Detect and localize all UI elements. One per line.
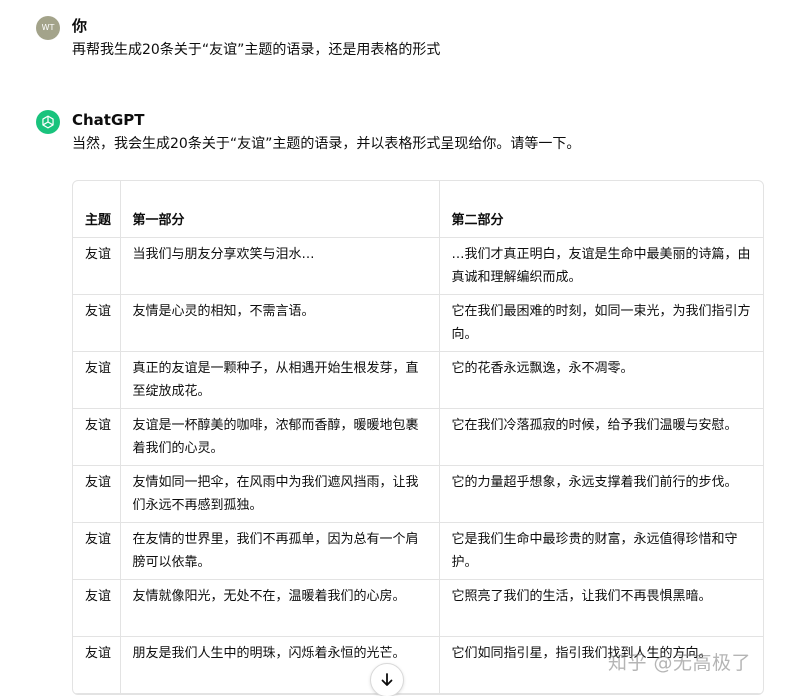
table-row: 友谊 友情如同一把伞，在风雨中为我们遮风挡雨，让我们永远不再感到孤独。 它的力量… (73, 465, 763, 523)
table-row: 友谊 在友情的世界里，我们不再孤单，因为总有一个肩膀可以依靠。 它是我们生命中最… (73, 522, 763, 580)
cell-part-two: …我们才真正明白，友谊是生命中最美丽的诗篇，由真诚和理解编织而成。 (439, 237, 763, 295)
table-row: 友谊 当我们与朋友分享欢笑与泪水… …我们才真正明白，友谊是生命中最美丽的诗篇，… (73, 237, 763, 295)
column-header-part-one: 第一部分 (120, 181, 440, 238)
quotes-table: 主题 第一部分 第二部分 友谊 当我们与朋友分享欢笑与泪水… …我们才真正明白，… (73, 181, 763, 694)
table-row: 友谊 真正的友谊是一颗种子，从相遇开始生根发芽，直至绽放成花。 它的花香永远飘逸… (73, 351, 763, 409)
cell-part-one: 在友情的世界里，我们不再孤单，因为总有一个肩膀可以依靠。 (120, 522, 440, 580)
assistant-message-text: 当然，我会生成20条关于“友谊”主题的语录，并以表格形式呈现给你。请等一下。 (72, 136, 581, 152)
chat-page: WT 你 再帮我生成20条关于“友谊”主题的语录，还是用表格的形式 ChatGP… (0, 0, 796, 696)
cell-part-one: 友情是心灵的相知，不需言语。 (120, 294, 440, 352)
cell-part-two: 它在我们冷落孤寂的时候，给予我们温暖与安慰。 (439, 408, 763, 466)
cell-part-two: 它的花香永远飘逸，永不凋零。 (439, 351, 763, 409)
cell-part-one: 友情如同一把伞，在风雨中为我们遮风挡雨，让我们永远不再感到孤独。 (120, 465, 440, 523)
cell-part-one: 友谊是一杯醇美的咖啡，浓郁而香醇，暖暖地包裹着我们的心灵。 (120, 408, 440, 466)
table-row: 友谊 友谊是一杯醇美的咖啡，浓郁而香醇，暖暖地包裹着我们的心灵。 它在我们冷落孤… (73, 408, 763, 466)
cell-part-two: 它在我们最困难的时刻，如同一束光，为我们指引方向。 (439, 294, 763, 352)
cell-topic: 友谊 (73, 465, 121, 523)
cell-part-one: 友情就像阳光，无处不在，温暖着我们的心房。 (120, 579, 440, 637)
user-message-text: 再帮我生成20条关于“友谊”主题的语录，还是用表格的形式 (72, 42, 441, 58)
cell-part-two: 它照亮了我们的生活，让我们不再畏惧黑暗。 (439, 579, 763, 637)
cell-topic: 友谊 (73, 579, 121, 637)
user-avatar: WT (36, 16, 60, 40)
quotes-table-container: 主题 第一部分 第二部分 友谊 当我们与朋友分享欢笑与泪水… …我们才真正明白，… (72, 180, 764, 695)
watermark: 知乎 @无高极了 (608, 652, 752, 674)
cell-topic: 友谊 (73, 408, 121, 466)
chatgpt-avatar (36, 110, 60, 134)
cell-topic: 友谊 (73, 294, 121, 352)
cell-topic: 友谊 (73, 522, 121, 580)
scroll-to-bottom-button[interactable] (370, 663, 404, 696)
table-row: 友谊 友情是心灵的相知，不需言语。 它在我们最困难的时刻，如同一束光，为我们指引… (73, 294, 763, 352)
cell-part-two: 它是我们生命中最珍贵的财富，永远值得珍惜和守护。 (439, 522, 763, 580)
user-message: WT 你 再帮我生成20条关于“友谊”主题的语录，还是用表格的形式 (36, 16, 772, 64)
cell-topic: 友谊 (73, 351, 121, 409)
table-header-row: 主题 第一部分 第二部分 (73, 181, 763, 238)
arrow-down-icon (381, 673, 393, 686)
cell-part-two: 它的力量超乎想象，永远支撑着我们前行的步伐。 (439, 465, 763, 523)
assistant-author-name: ChatGPT (72, 111, 145, 129)
openai-logo-icon (42, 115, 54, 129)
column-header-part-two: 第二部分 (439, 181, 763, 238)
user-author-name: 你 (72, 17, 88, 35)
cell-part-one: 真正的友谊是一颗种子，从相遇开始生根发芽，直至绽放成花。 (120, 351, 440, 409)
column-header-topic: 主题 (73, 181, 121, 238)
cell-part-one: 当我们与朋友分享欢笑与泪水… (120, 237, 440, 295)
cell-topic: 友谊 (73, 237, 121, 295)
table-row: 友谊 友情就像阳光，无处不在，温暖着我们的心房。 它照亮了我们的生活，让我们不再… (73, 579, 763, 637)
cell-topic: 友谊 (73, 636, 121, 694)
assistant-message: ChatGPT 当然，我会生成20条关于“友谊”主题的语录，并以表格形式呈现给你… (36, 110, 772, 160)
